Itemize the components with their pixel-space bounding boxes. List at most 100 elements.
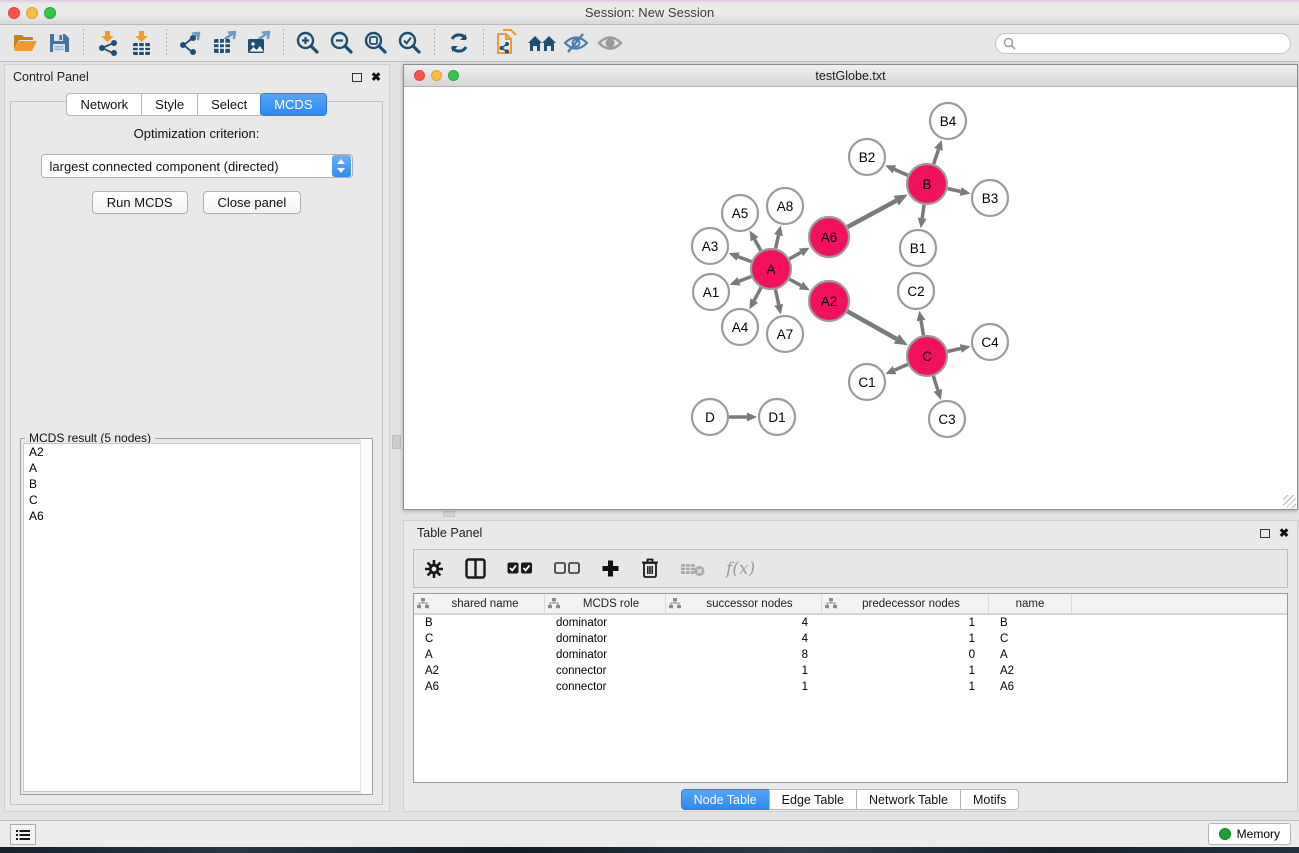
graph-edge-A-A4[interactable] xyxy=(754,288,761,301)
graph-node-A5[interactable]: A5 xyxy=(722,195,758,231)
deselect-all-button[interactable] xyxy=(554,562,580,575)
refresh-button[interactable] xyxy=(442,28,476,58)
graph-edge-A-A2[interactable] xyxy=(789,279,801,285)
zoom-out-button[interactable] xyxy=(325,28,359,58)
graph-edge-C-C2[interactable] xyxy=(921,321,923,336)
graph-edge-A6-B[interactable] xyxy=(847,201,896,227)
graph-edge-B-B3[interactable] xyxy=(947,189,960,192)
show-all-button[interactable] xyxy=(593,28,627,58)
graph-edge-C-C4[interactable] xyxy=(947,349,960,352)
graph-edge-A-A1[interactable] xyxy=(739,277,751,282)
close-panel-button[interactable]: Close panel xyxy=(203,191,302,214)
graph-edge-B-B4[interactable] xyxy=(934,149,939,164)
close-panel-icon[interactable]: ✖ xyxy=(1279,528,1289,538)
hide-selected-button[interactable] xyxy=(559,28,593,58)
table-row[interactable]: Bdominator41B xyxy=(414,615,1287,631)
run-mcds-button[interactable]: Run MCDS xyxy=(92,191,188,214)
mcds-result-item[interactable]: A xyxy=(24,460,369,476)
zoom-fit-button[interactable] xyxy=(359,28,393,58)
graph-node-D1[interactable]: D1 xyxy=(759,399,795,435)
tab-node-table[interactable]: Node Table xyxy=(681,789,770,810)
tab-style[interactable]: Style xyxy=(141,93,198,116)
table-row[interactable]: Adominator80A xyxy=(414,647,1287,663)
graph-edge-A2-C[interactable] xyxy=(847,311,896,339)
graph-node-B2[interactable]: B2 xyxy=(849,139,885,175)
zoom-in-button[interactable] xyxy=(291,28,325,58)
graph-node-C3[interactable]: C3 xyxy=(929,401,965,437)
add-column-button[interactable] xyxy=(601,559,620,578)
graph-edge-C-C1[interactable] xyxy=(895,364,908,370)
graph-node-A7[interactable]: A7 xyxy=(767,316,803,352)
network-close-button[interactable] xyxy=(414,70,425,81)
table-settings-button[interactable] xyxy=(424,559,444,579)
graph-node-D[interactable]: D xyxy=(692,399,728,435)
graph-edge-C-C3[interactable] xyxy=(933,376,938,390)
network-minimize-button[interactable] xyxy=(431,70,442,81)
memory-button[interactable]: Memory xyxy=(1208,823,1291,845)
graph-node-A4[interactable]: A4 xyxy=(722,309,758,345)
mcds-result-scrollbar[interactable] xyxy=(360,439,372,794)
graph-node-B1[interactable]: B1 xyxy=(900,230,936,266)
vertical-divider-grip[interactable] xyxy=(392,435,401,449)
graph-node-C2[interactable]: C2 xyxy=(898,273,934,309)
graph-node-B[interactable]: B xyxy=(907,164,947,204)
horizontal-divider-grip[interactable] xyxy=(443,511,455,517)
search-input[interactable] xyxy=(995,33,1291,54)
tab-network[interactable]: Network xyxy=(66,93,142,116)
column-header-predecessor-nodes[interactable]: predecessor nodes xyxy=(822,594,989,613)
graph-node-A8[interactable]: A8 xyxy=(767,188,803,224)
column-header-mcds-role[interactable]: MCDS role xyxy=(545,594,666,613)
toggle-panel-columns-button[interactable] xyxy=(465,558,486,579)
column-header-shared-name[interactable]: shared name xyxy=(414,594,545,613)
new-network-from-selection-button[interactable] xyxy=(491,28,525,58)
graph-edge-A-A8[interactable] xyxy=(776,235,779,248)
graph-node-A2[interactable]: A2 xyxy=(809,281,849,321)
graph-node-A6[interactable]: A6 xyxy=(809,217,849,257)
export-table-button[interactable] xyxy=(208,28,242,58)
graph-node-C1[interactable]: C1 xyxy=(849,364,885,400)
select-all-button[interactable] xyxy=(507,562,533,575)
float-panel-icon[interactable] xyxy=(1260,529,1270,538)
graph-edge-B-B2[interactable] xyxy=(894,169,907,175)
open-file-button[interactable] xyxy=(8,28,42,58)
delete-column-button[interactable] xyxy=(641,558,659,579)
tab-edge-table[interactable]: Edge Table xyxy=(769,789,857,810)
save-session-button[interactable] xyxy=(42,28,76,58)
mcds-result-item[interactable]: A6 xyxy=(24,508,369,524)
import-network-button[interactable] xyxy=(91,28,125,58)
graph-node-C[interactable]: C xyxy=(907,336,947,376)
tab-select[interactable]: Select xyxy=(197,93,261,116)
function-builder-button-disabled[interactable]: f(x) xyxy=(726,559,755,579)
graph-edge-A-A5[interactable] xyxy=(755,239,761,250)
tab-motifs[interactable]: Motifs xyxy=(960,789,1019,810)
zoom-selected-button[interactable] xyxy=(393,28,427,58)
graph-node-C4[interactable]: C4 xyxy=(972,324,1008,360)
window-resize-grip[interactable] xyxy=(1283,495,1296,508)
criterion-dropdown[interactable]: largest connected component (directed) xyxy=(41,154,353,178)
graph-node-B4[interactable]: B4 xyxy=(930,103,966,139)
table-row[interactable]: A2connector11A2 xyxy=(414,663,1287,679)
mcds-result-item[interactable]: A2 xyxy=(24,444,369,460)
network-window-titlebar[interactable]: testGlobe.txt xyxy=(404,65,1297,87)
mcds-result-item[interactable]: B xyxy=(24,476,369,492)
float-panel-icon[interactable] xyxy=(352,73,362,82)
first-neighbors-button[interactable] xyxy=(525,28,559,58)
graph-node-A1[interactable]: A1 xyxy=(693,274,729,310)
graph-edge-A-A7[interactable] xyxy=(775,290,778,305)
column-header-successor-nodes[interactable]: successor nodes xyxy=(666,594,822,613)
network-canvas[interactable]: B4B2BB3A8A5A6A3B1AC2A1A2A4A7C4CC1C3DD1 xyxy=(404,87,1297,509)
mcds-result-item[interactable]: C xyxy=(24,492,369,508)
graph-edge-A-A3[interactable] xyxy=(738,257,751,262)
export-image-button[interactable] xyxy=(242,28,276,58)
graph-node-A3[interactable]: A3 xyxy=(692,228,728,264)
close-panel-icon[interactable]: ✖ xyxy=(371,72,381,82)
export-network-button[interactable] xyxy=(174,28,208,58)
tab-mcds[interactable]: MCDS xyxy=(260,93,326,116)
task-history-button[interactable] xyxy=(10,824,36,845)
delete-table-button-disabled[interactable] xyxy=(680,561,705,577)
graph-edge-B-B1[interactable] xyxy=(922,205,924,218)
tab-network-table[interactable]: Network Table xyxy=(856,789,961,810)
graph-edge-A-A6[interactable] xyxy=(789,252,801,258)
import-table-button[interactable] xyxy=(125,28,159,58)
column-header-name[interactable]: name xyxy=(989,594,1072,613)
